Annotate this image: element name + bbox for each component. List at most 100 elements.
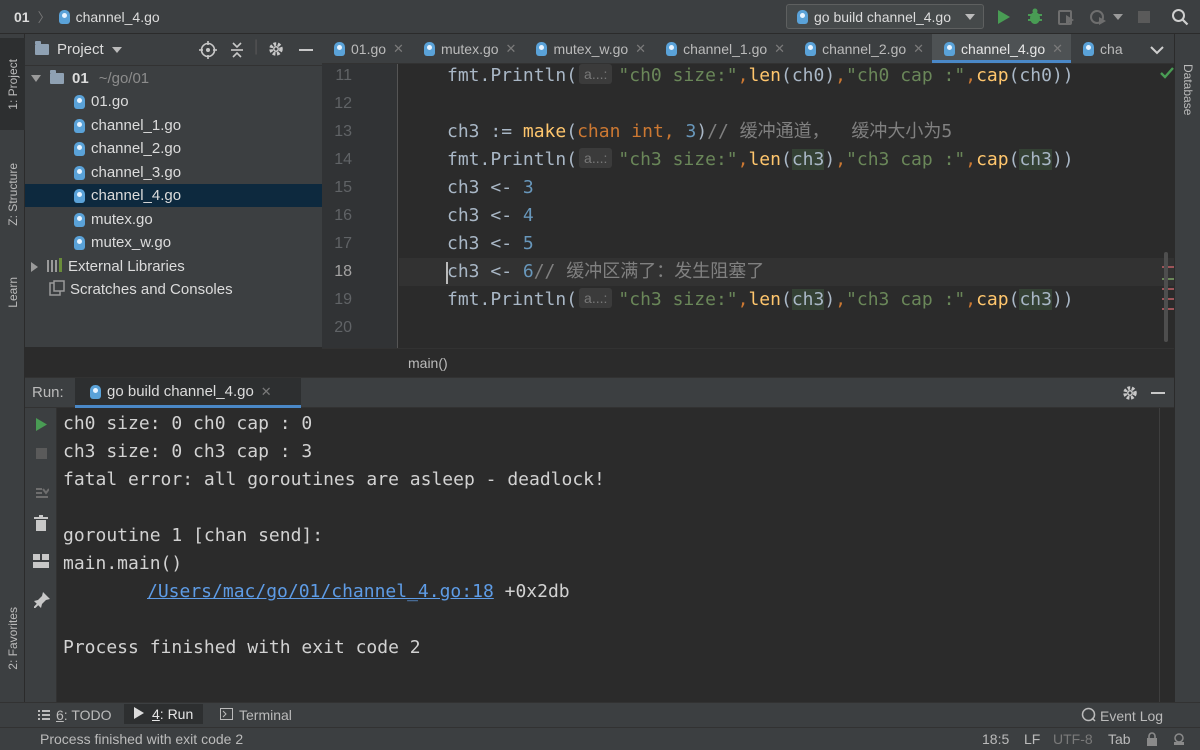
tree-file-item[interactable]: 01.go (25, 90, 322, 113)
close-icon[interactable]: ✕ (1052, 41, 1063, 57)
status-message[interactable]: Process finished with exit code 2 (40, 731, 243, 747)
minimize-icon[interactable] (1151, 392, 1165, 394)
go-file-icon (944, 41, 956, 56)
line-number: 20 (334, 319, 352, 336)
editor-tab-active[interactable]: channel_4.go ✕ (932, 34, 1072, 63)
status-bar: Process finished with exit code 2 18:5 L… (0, 727, 1200, 750)
code-comment: // 缓冲通道， 缓冲大小为5 (707, 121, 953, 142)
project-view-select[interactable]: Project (35, 41, 122, 58)
editor-tab[interactable]: mutex.go ✕ (412, 34, 525, 63)
code-token: 3 (685, 121, 697, 142)
file-encoding[interactable]: UTF-8 (1053, 731, 1093, 747)
tree-scratches[interactable]: Scratches and Consoles (25, 278, 322, 301)
pin-icon[interactable] (33, 592, 50, 611)
tree-file-label: channel_4.go (91, 187, 182, 204)
editor-tab[interactable]: channel_1.go ✕ (654, 34, 793, 63)
line-number: 19 (334, 291, 352, 308)
trash-icon[interactable] (34, 515, 48, 534)
code-editor[interactable]: 11 12 13 14 15 16 17 18 19 20 fmt.Printl… (322, 64, 1174, 348)
stacktrace-link[interactable]: /Users/mac/go/01/channel_4.go:18 (147, 581, 494, 602)
tree-external-libraries[interactable]: External Libraries (25, 255, 322, 278)
scroll-to-end-icon[interactable] (33, 483, 50, 502)
code-token: , (965, 289, 977, 310)
editor-tab[interactable]: channel_2.go ✕ (793, 34, 932, 63)
run-icon[interactable] (994, 7, 1014, 27)
expand-arrow-icon[interactable] (31, 261, 38, 272)
tool-tab-structure[interactable]: Z: Structure (0, 142, 25, 246)
tree-file-item-selected[interactable]: channel_4.go (25, 184, 322, 207)
tree-file-item[interactable]: mutex_w.go (25, 231, 322, 254)
gear-icon[interactable] (267, 40, 285, 61)
code-line-17: ch3 <- 5 (447, 230, 534, 258)
go-file-icon (74, 118, 85, 133)
tool-tab-learn[interactable]: Learn (0, 260, 25, 324)
editor-tab[interactable]: cha (1071, 34, 1127, 63)
stop-icon[interactable] (36, 448, 47, 459)
scratches-icon (49, 279, 65, 300)
code-token: ch3 (447, 233, 480, 254)
breadcrumb-file[interactable]: channel_4.go (58, 8, 160, 25)
locate-file-icon[interactable] (199, 41, 217, 62)
console-output[interactable]: ch0 size: 0 ch0 cap : 0 ch3 size: 0 ch3 … (57, 408, 1174, 702)
tool-tab-terminal[interactable]: Terminal (220, 707, 292, 723)
run-configuration-select[interactable]: go build channel_4.go (786, 4, 984, 29)
tool-tab-event-log[interactable]: Event Log (1081, 707, 1163, 725)
stop-icon[interactable] (1134, 7, 1154, 27)
breadcrumb-root[interactable]: 01 (14, 9, 30, 25)
checkmark-icon[interactable] (1160, 66, 1174, 82)
tree-file-item[interactable]: channel_1.go (25, 114, 322, 137)
close-icon[interactable]: ✕ (635, 41, 646, 57)
close-icon[interactable]: ✕ (506, 41, 517, 57)
gear-icon[interactable] (1121, 384, 1139, 405)
collapse-all-icon[interactable] (229, 41, 245, 62)
expand-arrow-icon[interactable] (31, 75, 41, 82)
editor-tab-label: cha (1100, 40, 1123, 57)
close-icon[interactable]: ✕ (261, 384, 272, 400)
console-line: Process finished with exit code 2 (63, 637, 421, 658)
run-with-coverage-icon[interactable] (1056, 7, 1076, 27)
chevron-down-icon[interactable] (1108, 7, 1128, 27)
run-tab[interactable]: go build channel_4.go ✕ (75, 378, 301, 408)
go-file-icon (74, 94, 85, 109)
tool-tab-terminal-label: Terminal (239, 707, 292, 723)
tree-file-item[interactable]: channel_3.go (25, 161, 322, 184)
editor-tab[interactable]: mutex_w.go ✕ (524, 34, 654, 63)
hector-icon[interactable] (1172, 732, 1186, 749)
close-icon[interactable]: ✕ (774, 41, 785, 57)
tool-tab-run[interactable]: 4 : Run (124, 704, 204, 724)
tree-scratches-label: Scratches and Consoles (70, 281, 233, 298)
debug-icon[interactable] (1025, 7, 1045, 27)
indent-setting[interactable]: Tab (1108, 731, 1131, 747)
tool-tab-todo[interactable]: 6 : TODO (38, 707, 112, 723)
code-token: (ch0)) (1008, 65, 1074, 86)
event-log-icon (1081, 707, 1096, 725)
tool-tab-project[interactable]: 1: Project (0, 38, 25, 130)
rerun-icon[interactable] (35, 417, 48, 435)
close-icon[interactable]: ✕ (393, 41, 404, 57)
tool-tab-favorites[interactable]: 2: Favorites (0, 586, 25, 690)
tool-tab-todo-number: 6 (56, 707, 64, 723)
vertical-scrollbar[interactable] (1164, 252, 1168, 342)
tree-root-folder[interactable]: 01 ~/go/01 (25, 67, 322, 90)
code-token: ch3 (1019, 149, 1052, 170)
editor-breadcrumb[interactable]: main() (408, 355, 448, 371)
lock-icon[interactable] (1146, 732, 1158, 749)
close-icon[interactable]: ✕ (913, 41, 924, 57)
tree-file-item[interactable]: channel_2.go (25, 137, 322, 160)
chevron-down-icon[interactable] (1150, 42, 1164, 58)
error-stripe[interactable] (1158, 128, 1174, 348)
code-token: len (748, 289, 781, 310)
search-icon[interactable] (1170, 7, 1190, 27)
code-token: ( (566, 121, 578, 142)
code-token: "ch3 cap :" (846, 149, 966, 170)
breadcrumb-file-label: channel_4.go (75, 8, 160, 25)
folder-icon (50, 70, 64, 84)
layout-icon[interactable] (33, 554, 49, 571)
tree-file-item[interactable]: mutex.go (25, 208, 322, 231)
editor-tab[interactable]: 01.go ✕ (322, 34, 412, 63)
line-separator[interactable]: LF (1024, 731, 1040, 747)
tool-tab-database[interactable]: Database (1175, 40, 1200, 140)
profiler-icon[interactable] (1088, 7, 1108, 27)
minimize-icon[interactable] (299, 49, 313, 51)
caret-position[interactable]: 18:5 (982, 731, 1009, 747)
